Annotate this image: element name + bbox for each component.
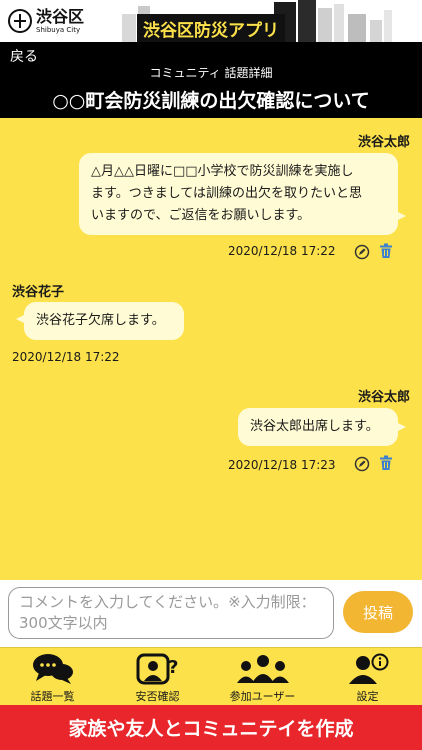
edit-icon[interactable] <box>354 244 370 260</box>
chat-bubbles-icon <box>32 654 73 684</box>
message-line: 渋谷花子欠席します。 <box>36 313 165 328</box>
message-author: 渋谷太郎 <box>357 135 410 150</box>
comment-input[interactable] <box>8 587 334 639</box>
message-time: 2020/12/18 17:23 <box>228 458 336 472</box>
message-time: 2020/12/18 17:22 <box>228 244 336 258</box>
back-button[interactable]: 戻る <box>10 46 38 66</box>
tab-label: 話題一覧 <box>30 690 75 703</box>
post-button[interactable]: 投稿 <box>343 591 413 633</box>
trash-icon[interactable] <box>378 243 394 259</box>
shibuya-logo: 渋谷区 Shibuya City <box>8 5 84 37</box>
comment-composer: 投稿 <box>0 580 422 647</box>
topic-header: 戻る コミュニティ 話題詳細 ○○町会防災訓練の出欠確認について <box>0 42 422 118</box>
message-bubble: △月△△日曜に□□小学校で防災訓練を実施し ます。つきましては訓練の出欠を取りた… <box>79 153 406 235</box>
edit-icon[interactable] <box>354 456 370 472</box>
trash-icon[interactable] <box>378 455 394 471</box>
message-time: 2020/12/18 17:22 <box>12 350 120 364</box>
svg-text:?: ? <box>168 657 178 678</box>
person-info-icon <box>348 653 388 684</box>
app-title: 渋谷区防災アプリ <box>137 14 285 42</box>
tab-label: 設定 <box>356 690 379 703</box>
group-users-icon <box>236 655 289 683</box>
header-subtitle: コミュニティ 話題詳細 <box>149 66 273 80</box>
tab-topic-list[interactable]: 話題一覧 <box>0 648 105 706</box>
message-line: いますので、ご返信をお願いします。 <box>91 208 311 223</box>
message-bubble: 渋谷太郎出席します。 <box>238 408 406 446</box>
message-line: 渋谷太郎出席します。 <box>250 419 379 434</box>
tab-settings[interactable]: 設定 <box>315 648 420 706</box>
brand-bar: 渋谷区 Shibuya City 渋谷区防災アプリ <box>0 0 422 42</box>
bottom-tab-bar: 話題一覧 ? 安否確認 参加ユーザー 設定 <box>0 647 422 705</box>
tab-members[interactable]: 参加ユーザー <box>210 648 315 706</box>
tab-safety-check[interactable]: ? 安否確認 <box>105 648 210 706</box>
tab-label: 安否確認 <box>135 690 180 703</box>
message-author: 渋谷太郎 <box>357 390 410 405</box>
person-question-icon: ? <box>136 653 178 685</box>
brand-sub: Shibuya City <box>36 25 81 34</box>
message-line: ます。つきましては訓練の出欠を取りたいと思 <box>91 186 363 201</box>
shibuya-emblem-icon <box>8 9 32 33</box>
skyline-right-icon <box>274 0 392 42</box>
tab-label: 参加ユーザー <box>229 690 296 703</box>
message-line: △月△△日曜に□□小学校で防災訓練を実施し <box>91 164 354 179</box>
message-bubble: 渋谷花子欠席します。 <box>16 302 184 340</box>
brand-name: 渋谷区 <box>36 6 85 26</box>
message-author: 渋谷花子 <box>12 285 65 300</box>
topic-title: ○○町会防災訓練の出欠確認について <box>52 90 370 112</box>
create-community-banner[interactable]: 家族や友人とコミュニテイを作成 <box>0 705 422 750</box>
